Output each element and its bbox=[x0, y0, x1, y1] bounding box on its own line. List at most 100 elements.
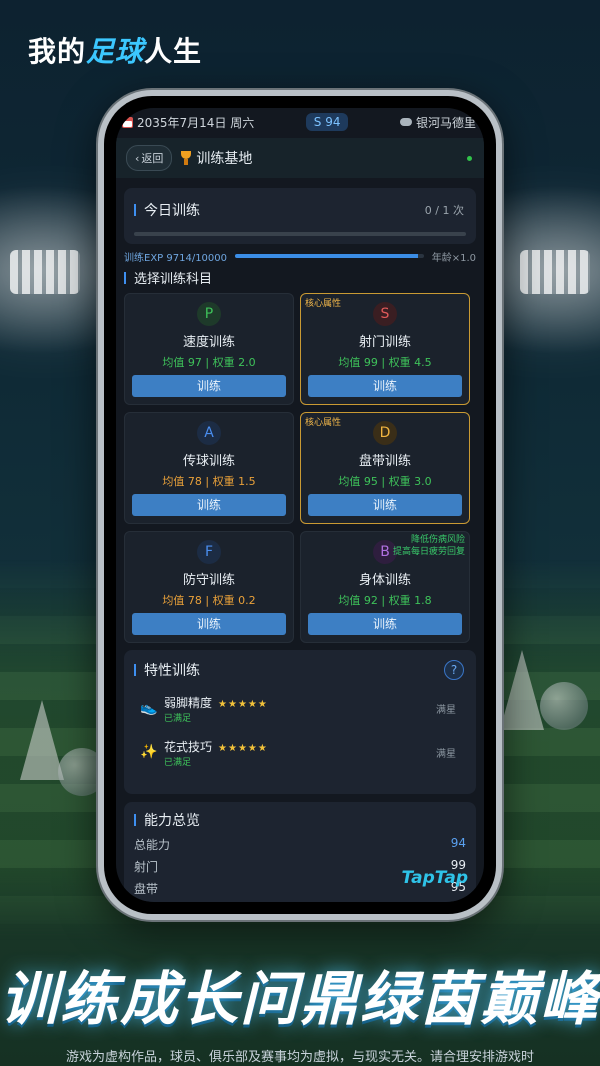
phone-frame: 2035年7月14日 周六 S 94 银河马德里 ‹ 返回 训练基地 今日训练 … bbox=[98, 90, 502, 920]
training-name: 传球训练 bbox=[182, 454, 235, 469]
training-card-defense: F 防守训练 均值 78 | 权重 0.2 训练 bbox=[124, 531, 294, 643]
tip-line: 提高每日疲劳回复 bbox=[392, 547, 465, 557]
trait-item[interactable]: 👟 弱脚精度 ★★★★★ 已满足 满星 bbox=[134, 692, 466, 724]
attribute-letter-icon: D bbox=[373, 421, 397, 445]
ability-row: 总能力 94 bbox=[134, 836, 466, 852]
exp-row: 训练EXP 9714/10000 年龄×1.0 bbox=[124, 250, 476, 264]
back-label: 返回 bbox=[141, 152, 164, 165]
promo-slogan: 训练成长问鼎绿茵巅峰 bbox=[0, 965, 600, 1033]
attribute-letter-icon: A bbox=[197, 421, 221, 445]
trait-name: 弱脚精度 bbox=[164, 696, 213, 710]
training-card-physical: 降低伤病风险 提高每日疲劳回复 B 身体训练 均值 92 | 权重 1.8 训练 bbox=[300, 531, 470, 643]
select-training-title: 选择训练科目 bbox=[134, 272, 213, 287]
training-cone-icon bbox=[500, 650, 544, 730]
training-card-speed: P 速度训练 均值 97 | 权重 2.0 训练 bbox=[124, 293, 294, 405]
exp-label: 训练EXP 9714/10000 bbox=[124, 252, 228, 264]
section-marker bbox=[134, 204, 136, 216]
star-rating: ★★★★★ bbox=[218, 699, 268, 710]
core-attribute-tag: 核心属性 bbox=[305, 418, 342, 428]
back-button[interactable]: ‹ 返回 bbox=[126, 145, 173, 171]
section-marker bbox=[124, 272, 126, 284]
trait-item[interactable]: ✨ 花式技巧 ★★★★★ 已满足 满星 bbox=[134, 736, 466, 768]
today-training-title: 今日训练 bbox=[144, 203, 200, 219]
promo-title-prefix: 我的 bbox=[28, 35, 87, 68]
trait-name: 花式技巧 bbox=[164, 740, 213, 754]
season-badge: S 94 bbox=[305, 113, 349, 131]
trait-max-label: 满星 bbox=[436, 704, 456, 716]
date-text: 2035年7月14日 周六 bbox=[137, 115, 255, 130]
train-button[interactable]: 训练 bbox=[308, 375, 462, 397]
training-stat: 均值 95 | 权重 3.0 bbox=[338, 475, 432, 488]
train-button[interactable]: 训练 bbox=[132, 494, 286, 516]
special-training-title: 特性训练 bbox=[144, 663, 200, 679]
training-stat: 均值 92 | 权重 1.8 bbox=[338, 594, 432, 607]
ability-label: 射门 bbox=[134, 860, 159, 874]
app-screen: 2035年7月14日 周六 S 94 银河马德里 ‹ 返回 训练基地 今日训练 … bbox=[116, 108, 484, 902]
training-stat: 均值 99 | 权重 4.5 bbox=[338, 356, 432, 369]
training-grid: P 速度训练 均值 97 | 权重 2.0 训练 核心属性 S 射门训练 均值 … bbox=[124, 293, 476, 643]
taptap-logo: TapTap bbox=[401, 868, 468, 888]
promo-title-suffix: 人生 bbox=[144, 35, 203, 68]
promo-title: 我的足球人生 bbox=[28, 30, 202, 70]
core-attribute-tag: 核心属性 bbox=[305, 299, 342, 309]
trait-max-label: 满星 bbox=[436, 748, 456, 760]
age-multiplier: 年龄×1.0 bbox=[431, 252, 476, 264]
boot-icon: 👟 bbox=[140, 700, 158, 716]
today-progress-bar bbox=[134, 232, 466, 236]
section-marker bbox=[134, 814, 136, 826]
page-header: ‹ 返回 训练基地 bbox=[116, 138, 484, 178]
trait-status: 已满足 bbox=[164, 758, 192, 768]
today-training-count: 0 / 1 次 bbox=[424, 204, 464, 217]
status-bar: 2035年7月14日 周六 S 94 银河马德里 bbox=[116, 108, 484, 136]
train-button[interactable]: 训练 bbox=[308, 613, 462, 635]
main-content[interactable]: 今日训练 0 / 1 次 训练EXP 9714/10000 年龄×1.0 选择训… bbox=[116, 188, 484, 902]
stadium-light-right bbox=[520, 250, 590, 294]
section-marker bbox=[134, 664, 136, 676]
attribute-letter-icon: S bbox=[373, 302, 397, 326]
training-stat: 均值 97 | 权重 2.0 bbox=[162, 356, 256, 369]
attribute-letter-icon: P bbox=[197, 302, 221, 326]
trait-status: 已满足 bbox=[164, 714, 192, 724]
training-name: 防守训练 bbox=[182, 573, 235, 588]
tip-line: 降低伤病风险 bbox=[410, 535, 465, 545]
training-name: 射门训练 bbox=[358, 335, 411, 350]
train-button[interactable]: 训练 bbox=[132, 375, 286, 397]
date-display: 2035年7月14日 周六 bbox=[122, 114, 254, 131]
training-name: 盘带训练 bbox=[358, 454, 411, 469]
training-card-shooting: 核心属性 S 射门训练 均值 99 | 权重 4.5 训练 bbox=[300, 293, 470, 405]
calendar-icon bbox=[122, 116, 133, 128]
disclaimer-text: 游戏为虚构作品，球员、俱乐部及赛事均为虚拟，与现实无关。请合理安排游戏时 bbox=[65, 1050, 534, 1065]
training-name: 速度训练 bbox=[182, 335, 235, 350]
chevron-left-icon: ‹ bbox=[135, 151, 140, 165]
training-stat: 均值 78 | 权重 0.2 bbox=[162, 594, 256, 607]
trophy-icon bbox=[180, 151, 192, 165]
exp-progress-bar bbox=[235, 254, 424, 258]
ability-label: 盘带 bbox=[134, 882, 159, 896]
special-training-card: 特性训练 ? 👟 弱脚精度 ★★★★★ 已满足 满星 ✨ 花式技巧 ★★★★★ 已满… bbox=[124, 650, 476, 794]
stadium-light-left bbox=[10, 250, 80, 294]
training-card-passing: A 传球训练 均值 78 | 权重 1.5 训练 bbox=[124, 412, 294, 524]
train-button[interactable]: 训练 bbox=[308, 494, 462, 516]
exp-progress-fill bbox=[235, 254, 419, 258]
attribute-letter-icon: F bbox=[197, 540, 221, 564]
status-dot-icon bbox=[467, 155, 472, 161]
training-stat: 均值 78 | 权重 1.5 bbox=[162, 475, 256, 488]
page-title: 训练基地 bbox=[196, 151, 253, 167]
training-card-dribbling: 核心属性 D 盘带训练 均值 95 | 权重 3.0 训练 bbox=[300, 412, 470, 524]
help-icon[interactable]: ? bbox=[444, 660, 464, 680]
star-rating: ★★★★★ bbox=[218, 743, 268, 754]
train-button[interactable]: 训练 bbox=[132, 613, 286, 635]
club-name: 银河马德里 bbox=[415, 115, 476, 130]
promo-title-accent: 足球 bbox=[86, 35, 145, 68]
today-training-card: 今日训练 0 / 1 次 bbox=[124, 188, 476, 244]
ability-value: 94 bbox=[450, 836, 466, 850]
section-title: 选择训练科目 bbox=[124, 268, 476, 287]
training-name: 身体训练 bbox=[358, 573, 411, 588]
sparkle-icon: ✨ bbox=[140, 744, 158, 760]
ability-overview-title: 能力总览 bbox=[144, 813, 200, 829]
gamepad-icon bbox=[399, 118, 412, 126]
club-display: 银河马德里 bbox=[399, 114, 476, 131]
training-tip: 降低伤病风险 提高每日疲劳回复 bbox=[393, 534, 465, 558]
football-icon bbox=[540, 682, 588, 730]
ability-label: 总能力 bbox=[134, 838, 171, 852]
